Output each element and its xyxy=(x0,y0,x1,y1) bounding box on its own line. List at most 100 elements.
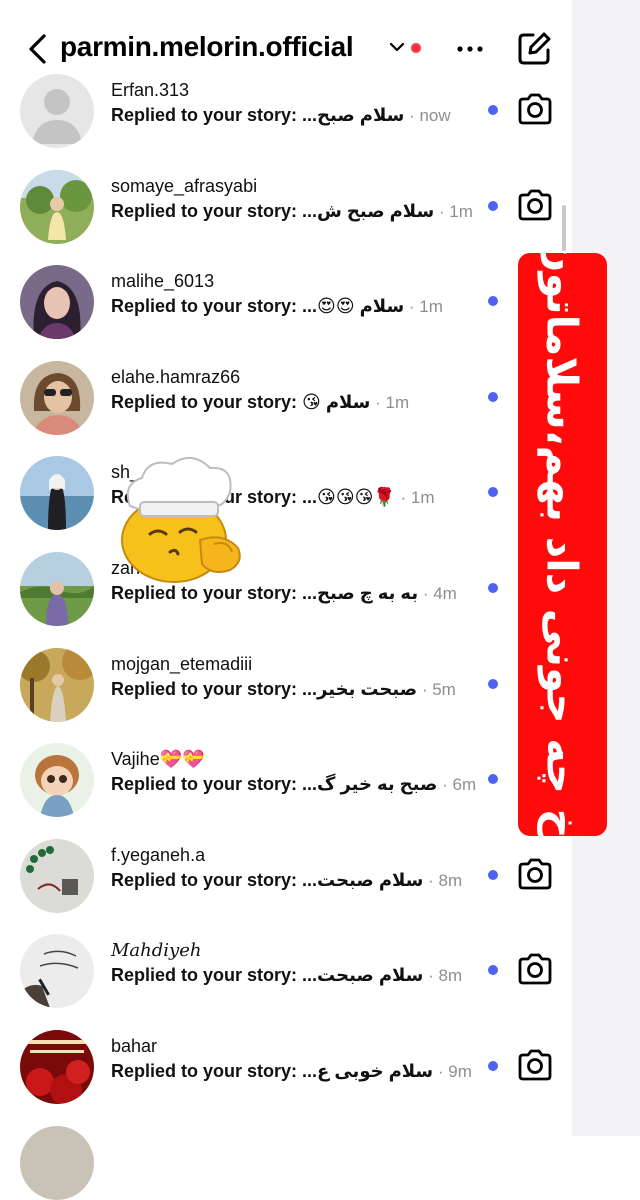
thread-preview: Replied to your story: سلام 😘 · 1m xyxy=(111,392,409,413)
time-separator: · xyxy=(434,202,450,221)
thread-preview: Replied to your story: سلام خوبی ع... · … xyxy=(111,1061,472,1082)
time-separator: · xyxy=(437,775,453,794)
unread-dot xyxy=(488,679,498,689)
thread-username: Vajihe💝💝 xyxy=(111,749,205,769)
camera-icon[interactable] xyxy=(516,857,554,891)
message-text: سلام 😍😍... xyxy=(302,296,405,316)
notification-dot xyxy=(411,43,421,53)
unread-dot xyxy=(488,774,498,784)
reply-prefix: Replied to your story: xyxy=(111,105,298,125)
message-text: صبح به خیر گ... xyxy=(302,774,438,794)
message-text: 🌹😘😘😘... xyxy=(302,487,396,507)
avatar[interactable] xyxy=(20,743,94,817)
banner-text: اخ چه جونی داد بهم،سلاماتون xyxy=(537,253,587,836)
reply-prefix: Replied to your story: xyxy=(111,679,298,699)
thread-row[interactable]: malihe_6013 Replied to your story: سلام 😍… xyxy=(0,265,572,360)
avatar[interactable] xyxy=(20,74,94,148)
thread-timestamp: 1m xyxy=(410,488,435,507)
message-text: به به چ صبح... xyxy=(302,583,419,603)
unread-dot xyxy=(488,296,498,306)
thread-username: malihe_6013 xyxy=(111,271,215,291)
thread-username: Mahdiyeh xyxy=(111,940,202,961)
thread-timestamp: 8m xyxy=(438,966,463,985)
time-separator: · xyxy=(404,297,420,316)
reply-prefix: Replied to your story: xyxy=(111,965,298,985)
avatar[interactable] xyxy=(20,648,94,722)
message-text: سلام صبحت... xyxy=(302,965,424,985)
reply-prefix: Replied to your story: xyxy=(111,392,298,412)
message-text: سلام صبح... xyxy=(302,105,405,125)
reply-prefix: Replied to your story: xyxy=(111,201,298,221)
thread-preview: Replied to your story: سلام صبح... · now xyxy=(111,105,451,126)
unread-dot xyxy=(488,965,498,975)
message-text: سلام خوبی ع... xyxy=(302,1061,434,1081)
avatar[interactable] xyxy=(20,265,94,339)
time-separator: · xyxy=(423,871,439,890)
message-text: سلام صبحت... xyxy=(302,870,424,890)
camera-icon[interactable] xyxy=(516,92,554,126)
avatar[interactable] xyxy=(20,361,94,435)
thread-username: mojgan_etemadiii xyxy=(111,654,253,674)
thread-row[interactable]: Mahdiyeh Replied to your story: سلام صبحت… xyxy=(0,934,572,1029)
thread-username: somaye_afrasyabi xyxy=(111,176,258,196)
avatar[interactable] xyxy=(20,456,94,530)
thread-row[interactable]: Erfan.313 Replied to your story: سلام صبح… xyxy=(0,74,572,169)
chevron-down-icon[interactable] xyxy=(388,40,406,54)
avatar[interactable] xyxy=(20,170,94,244)
thread-row[interactable]: somaye_afrasyabi Replied to your story: س… xyxy=(0,170,572,265)
reply-prefix: Replied to your story: xyxy=(111,870,298,890)
thread-username: elahe.hamraz66 xyxy=(111,367,241,387)
message-text: صبحت بخیر... xyxy=(302,679,418,699)
message-text: سلام 😘 xyxy=(302,392,371,412)
thread-timestamp: now xyxy=(419,106,451,125)
thread-timestamp: 8m xyxy=(438,871,463,890)
avatar[interactable] xyxy=(20,1126,94,1200)
scrollbar[interactable] xyxy=(562,205,566,251)
time-separator: · xyxy=(433,1062,449,1081)
unread-dot xyxy=(488,392,498,402)
thread-preview: Replied to your story: سلام صبحت... · 8m xyxy=(111,965,462,986)
thread-timestamp: 5m xyxy=(432,680,456,699)
thread-row[interactable]: mojgan_etemadiii Replied to your story: ص… xyxy=(0,648,572,743)
text-banner-overlay: اخ چه جونی داد بهم،سلاماتون xyxy=(518,253,607,836)
time-separator: · xyxy=(423,966,439,985)
thread-timestamp: 6m xyxy=(452,775,477,794)
top-bar: parmin.melorin.official xyxy=(0,0,572,80)
avatar[interactable] xyxy=(20,839,94,913)
thread-row[interactable]: f.yeganeh.a Replied to your story: سلام ص… xyxy=(0,839,572,934)
thread-timestamp: 9m xyxy=(448,1062,472,1081)
chef-kiss-sticker xyxy=(121,457,241,583)
thread-timestamp: 4m xyxy=(433,584,457,603)
avatar[interactable] xyxy=(20,934,94,1008)
thread-row[interactable]: Vajihe💝💝 Replied to your story: صبح به خی… xyxy=(0,743,572,838)
back-arrow-icon[interactable] xyxy=(22,30,58,68)
thread-timestamp: 1m xyxy=(449,202,473,221)
unread-dot xyxy=(488,1061,498,1071)
time-separator: · xyxy=(417,680,433,699)
account-title[interactable]: parmin.melorin.official xyxy=(60,31,354,63)
thread-row[interactable]: elahe.hamraz66 Replied to your story: سلا… xyxy=(0,361,572,456)
thread-username: bahar xyxy=(111,1036,158,1056)
thread-timestamp: 1m xyxy=(385,393,410,412)
thread-row[interactable]: zahra.r1998Replied to your story: به به … xyxy=(0,552,572,647)
camera-icon[interactable] xyxy=(516,188,554,222)
thread-row[interactable]: bahar Replied to your story: سلام خوبی ع.… xyxy=(0,1030,572,1125)
avatar[interactable] xyxy=(20,552,94,626)
reply-prefix: Replied to your story: xyxy=(111,774,298,794)
thread-row[interactable]: sh___tiReplied to your story: 🌹😘😘😘... · … xyxy=(0,456,572,551)
thread-username: f.yeganeh.a xyxy=(111,845,206,865)
camera-icon[interactable] xyxy=(516,1048,554,1082)
reply-prefix: Replied to your story: xyxy=(111,1061,298,1081)
thread-username: Erfan.313 xyxy=(111,80,190,100)
unread-dot xyxy=(488,583,498,593)
thread-preview: Replied to your story: صبحت بخیر... · 5m xyxy=(111,679,456,700)
compose-icon[interactable] xyxy=(516,31,552,67)
camera-icon[interactable] xyxy=(516,952,554,986)
thread-preview: Replied to your story: سلام 😍😍... · 1m xyxy=(111,296,443,317)
more-icon[interactable] xyxy=(455,36,485,62)
message-text: سلام صبح ش... xyxy=(302,201,435,221)
avatar[interactable] xyxy=(20,1030,94,1104)
thread-preview: Replied to your story: سلام صبح ش... · 1… xyxy=(111,201,473,222)
unread-dot xyxy=(488,105,498,115)
time-separator: · xyxy=(395,488,411,507)
